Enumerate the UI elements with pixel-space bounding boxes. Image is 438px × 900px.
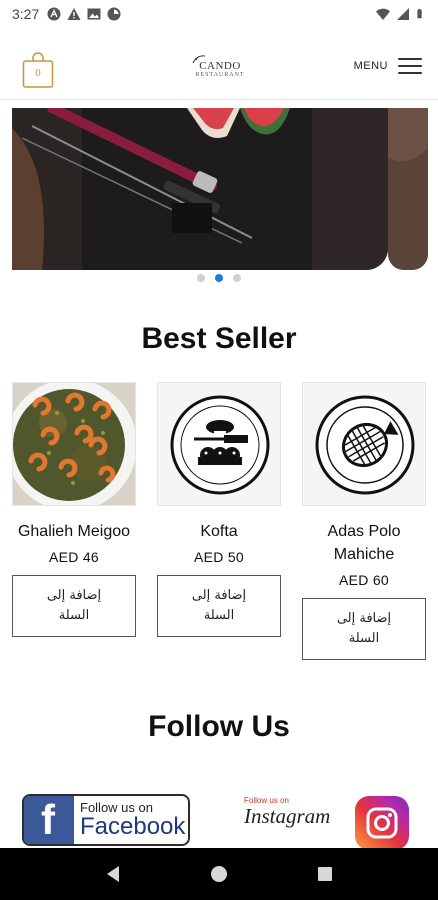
recents-icon [318, 867, 332, 881]
app-icon [107, 7, 121, 21]
warning-icon [67, 8, 81, 20]
kofta-plate-icon [158, 383, 280, 505]
restaurant-logo[interactable]: CANDO RESTAURANT [190, 54, 250, 84]
wifi-icon [376, 8, 390, 20]
product-price: AED 60 [338, 572, 390, 588]
instagram-camera-icon [366, 807, 398, 839]
slider-dots [0, 274, 438, 282]
product-name: Ghalieh Meigoo [17, 523, 131, 540]
product-price: AED 46 [48, 549, 100, 565]
status-bar: 3:27 [0, 0, 438, 28]
home-button[interactable] [207, 862, 231, 886]
product-card: Kofta AED 50 إضافة إلى السلة [157, 382, 281, 660]
add-to-cart-button[interactable]: إضافة إلى السلة [12, 575, 136, 637]
site-header: 0 CANDO RESTAURANT MENU [0, 40, 438, 100]
menu-label: MENU [353, 60, 388, 72]
instagram-icon[interactable] [355, 796, 409, 850]
battery-icon [417, 9, 422, 19]
cart-button[interactable]: 0 [22, 51, 54, 89]
facebook-line1: Follow us on [80, 799, 153, 815]
logo-subtitle: RESTAURANT [195, 72, 245, 78]
home-icon [211, 866, 227, 882]
hamburger-icon [398, 58, 422, 74]
slider-dot[interactable] [197, 274, 205, 282]
add-to-cart-button[interactable]: إضافة إلى السلة [302, 598, 426, 660]
product-image[interactable] [157, 382, 281, 506]
facebook-line2: Facebook [80, 813, 186, 841]
next-slide-preview[interactable] [388, 108, 428, 270]
grill-skewers-photo [12, 108, 388, 270]
next-slide-photo [388, 108, 428, 270]
slider-dot[interactable] [233, 274, 241, 282]
product-card: Ghalieh Meigoo AED 46 إضافة إلى السلة [12, 382, 136, 660]
product-card: Adas Polo Mahiche AED 60 إضافة إلى السلة [302, 382, 426, 660]
signal-icon [397, 8, 409, 20]
instagram-fine-print [244, 831, 332, 837]
product-name: Adas Polo Mahiche [327, 523, 401, 563]
instagram-text-link[interactable]: Follow us on Instagram [244, 796, 332, 848]
autofill-icon [47, 7, 61, 21]
fish-plate-icon [303, 383, 425, 505]
add-to-cart-button[interactable]: إضافة إلى السلة [157, 575, 281, 637]
product-image[interactable] [12, 382, 136, 506]
slider-dot-active[interactable] [215, 274, 223, 282]
gallery-icon [87, 8, 101, 20]
facebook-link[interactable]: f Follow us on Facebook [22, 794, 190, 846]
product-image[interactable] [302, 382, 426, 506]
back-icon [107, 866, 119, 882]
back-button[interactable] [101, 862, 125, 886]
best-seller-heading: Best Seller [141, 322, 297, 355]
recents-button[interactable] [313, 862, 337, 886]
hero-slide-image[interactable] [12, 108, 388, 270]
logo-mark-icon [192, 55, 206, 64]
best-seller-products: Ghalieh Meigoo AED 46 إضافة إلى السلة Ko… [12, 382, 426, 660]
instagram-word: Instagram [244, 804, 331, 828]
facebook-icon: f [24, 796, 74, 844]
shrimp-curry-photo [13, 383, 135, 505]
status-time: 3:27 [12, 6, 40, 22]
product-price: AED 50 [193, 549, 245, 565]
product-name: Kofta [200, 523, 238, 540]
menu-button[interactable]: MENU [354, 58, 422, 74]
social-links: f Follow us on Facebook Follow us on Ins… [0, 792, 438, 850]
follow-us-heading: Follow Us [148, 710, 290, 743]
cart-count: 0 [35, 66, 41, 79]
system-nav-bar [0, 848, 438, 900]
